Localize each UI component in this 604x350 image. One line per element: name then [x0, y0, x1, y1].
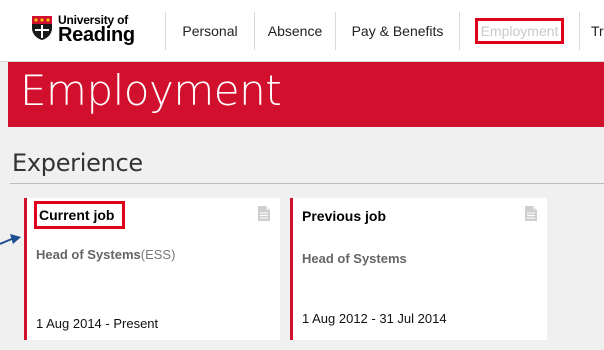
nav-item-absence[interactable]: Absence	[254, 12, 335, 50]
top-navigation-bar: University of Reading Personal Absence P…	[0, 0, 604, 62]
page-title: Employment	[20, 66, 282, 115]
current-job-card[interactable]: Current job Head of Systems(ESS) 1 Aug 2…	[24, 198, 280, 340]
job-title: Head of Systems(ESS)	[36, 247, 175, 262]
logo-text-large: Reading	[58, 24, 135, 46]
nav-label: Tr	[591, 23, 604, 39]
card-heading: Previous job	[302, 208, 387, 224]
section-title: Experience	[12, 149, 143, 177]
previous-job-card[interactable]: Previous job Head of Systems 1 Aug 2012 …	[290, 198, 547, 340]
job-dates: 1 Aug 2014 - Present	[36, 316, 159, 331]
nav-label: Personal	[182, 23, 238, 39]
crest-icon	[32, 16, 52, 40]
page-banner: Employment	[8, 62, 604, 127]
job-role: Head of Systems	[36, 247, 141, 262]
document-icon[interactable]	[258, 206, 270, 221]
section-divider	[10, 183, 604, 184]
card-heading: Current job	[34, 201, 126, 229]
nav-item-employment[interactable]: Employment	[459, 12, 579, 50]
arrow-right-icon	[0, 234, 21, 245]
nav-label: Employment	[474, 18, 565, 44]
job-role: Head of Systems	[302, 251, 407, 266]
nav-label: Pay & Benefits	[351, 23, 444, 39]
job-title: Head of Systems	[302, 251, 407, 266]
nav-item-pay-benefits[interactable]: Pay & Benefits	[335, 12, 459, 50]
job-dates: 1 Aug 2012 - 31 Jul 2014	[302, 311, 447, 326]
university-logo[interactable]: University of Reading	[31, 12, 151, 52]
nav-item-training[interactable]: Tr	[579, 12, 604, 50]
document-icon[interactable]	[525, 206, 537, 221]
nav-label: Absence	[267, 23, 323, 39]
nav-item-personal[interactable]: Personal	[165, 12, 254, 50]
job-department: (ESS)	[140, 247, 176, 262]
